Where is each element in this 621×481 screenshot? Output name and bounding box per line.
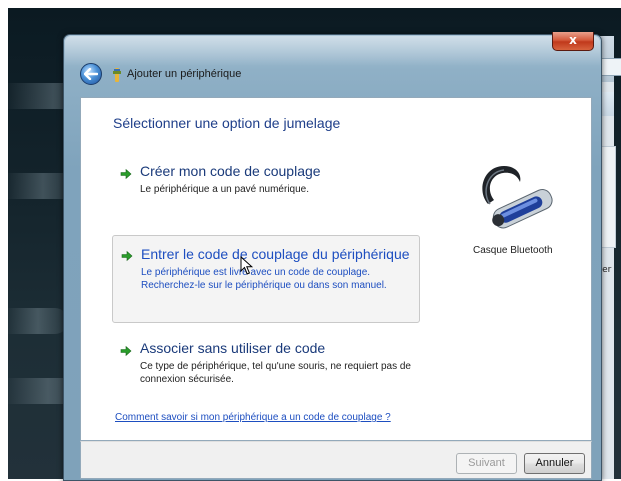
option-title: Entrer le code de couplage du périphériq… bbox=[141, 246, 410, 262]
desktop-streak bbox=[8, 308, 68, 334]
option-title: Associer sans utiliser de code bbox=[140, 340, 326, 356]
bluetooth-icon bbox=[112, 67, 122, 82]
arrow-left-icon bbox=[84, 68, 98, 80]
option-description: Le périphérique a un pavé numérique. bbox=[140, 184, 310, 195]
page-title: Sélectionner une option de jumelage bbox=[113, 115, 341, 131]
green-arrow-icon bbox=[120, 168, 132, 180]
help-link[interactable]: Comment savoir si mon périphérique a un … bbox=[115, 412, 391, 423]
dialog-title: Ajouter un périphérique bbox=[127, 68, 242, 80]
option-create-code[interactable]: Créer mon code de couplage Le périphériq… bbox=[112, 163, 420, 203]
mouse-cursor-icon bbox=[240, 256, 254, 275]
green-arrow-icon bbox=[121, 250, 133, 262]
option-description: Ce type de périphérique, tel qu'une sour… bbox=[140, 361, 411, 385]
close-button[interactable]: x bbox=[552, 32, 594, 51]
cancel-button[interactable]: Annuler bbox=[524, 453, 585, 474]
option-title: Créer mon code de couplage bbox=[140, 163, 321, 179]
back-button[interactable] bbox=[80, 63, 102, 85]
dialog-titlebar: Ajouter un périphérique bbox=[80, 62, 241, 86]
option-pair-without-code[interactable]: Associer sans utiliser de code Ce type d… bbox=[112, 340, 420, 390]
next-button[interactable]: Suivant bbox=[456, 453, 517, 474]
green-arrow-icon bbox=[120, 345, 132, 357]
option-enter-device-code[interactable]: Entrer le code de couplage du périphériq… bbox=[112, 235, 420, 323]
device-name: Casque Bluetooth bbox=[473, 245, 553, 256]
option-description: Le périphérique est livré avec un code d… bbox=[141, 267, 387, 291]
bluetooth-headset-icon bbox=[470, 160, 560, 240]
